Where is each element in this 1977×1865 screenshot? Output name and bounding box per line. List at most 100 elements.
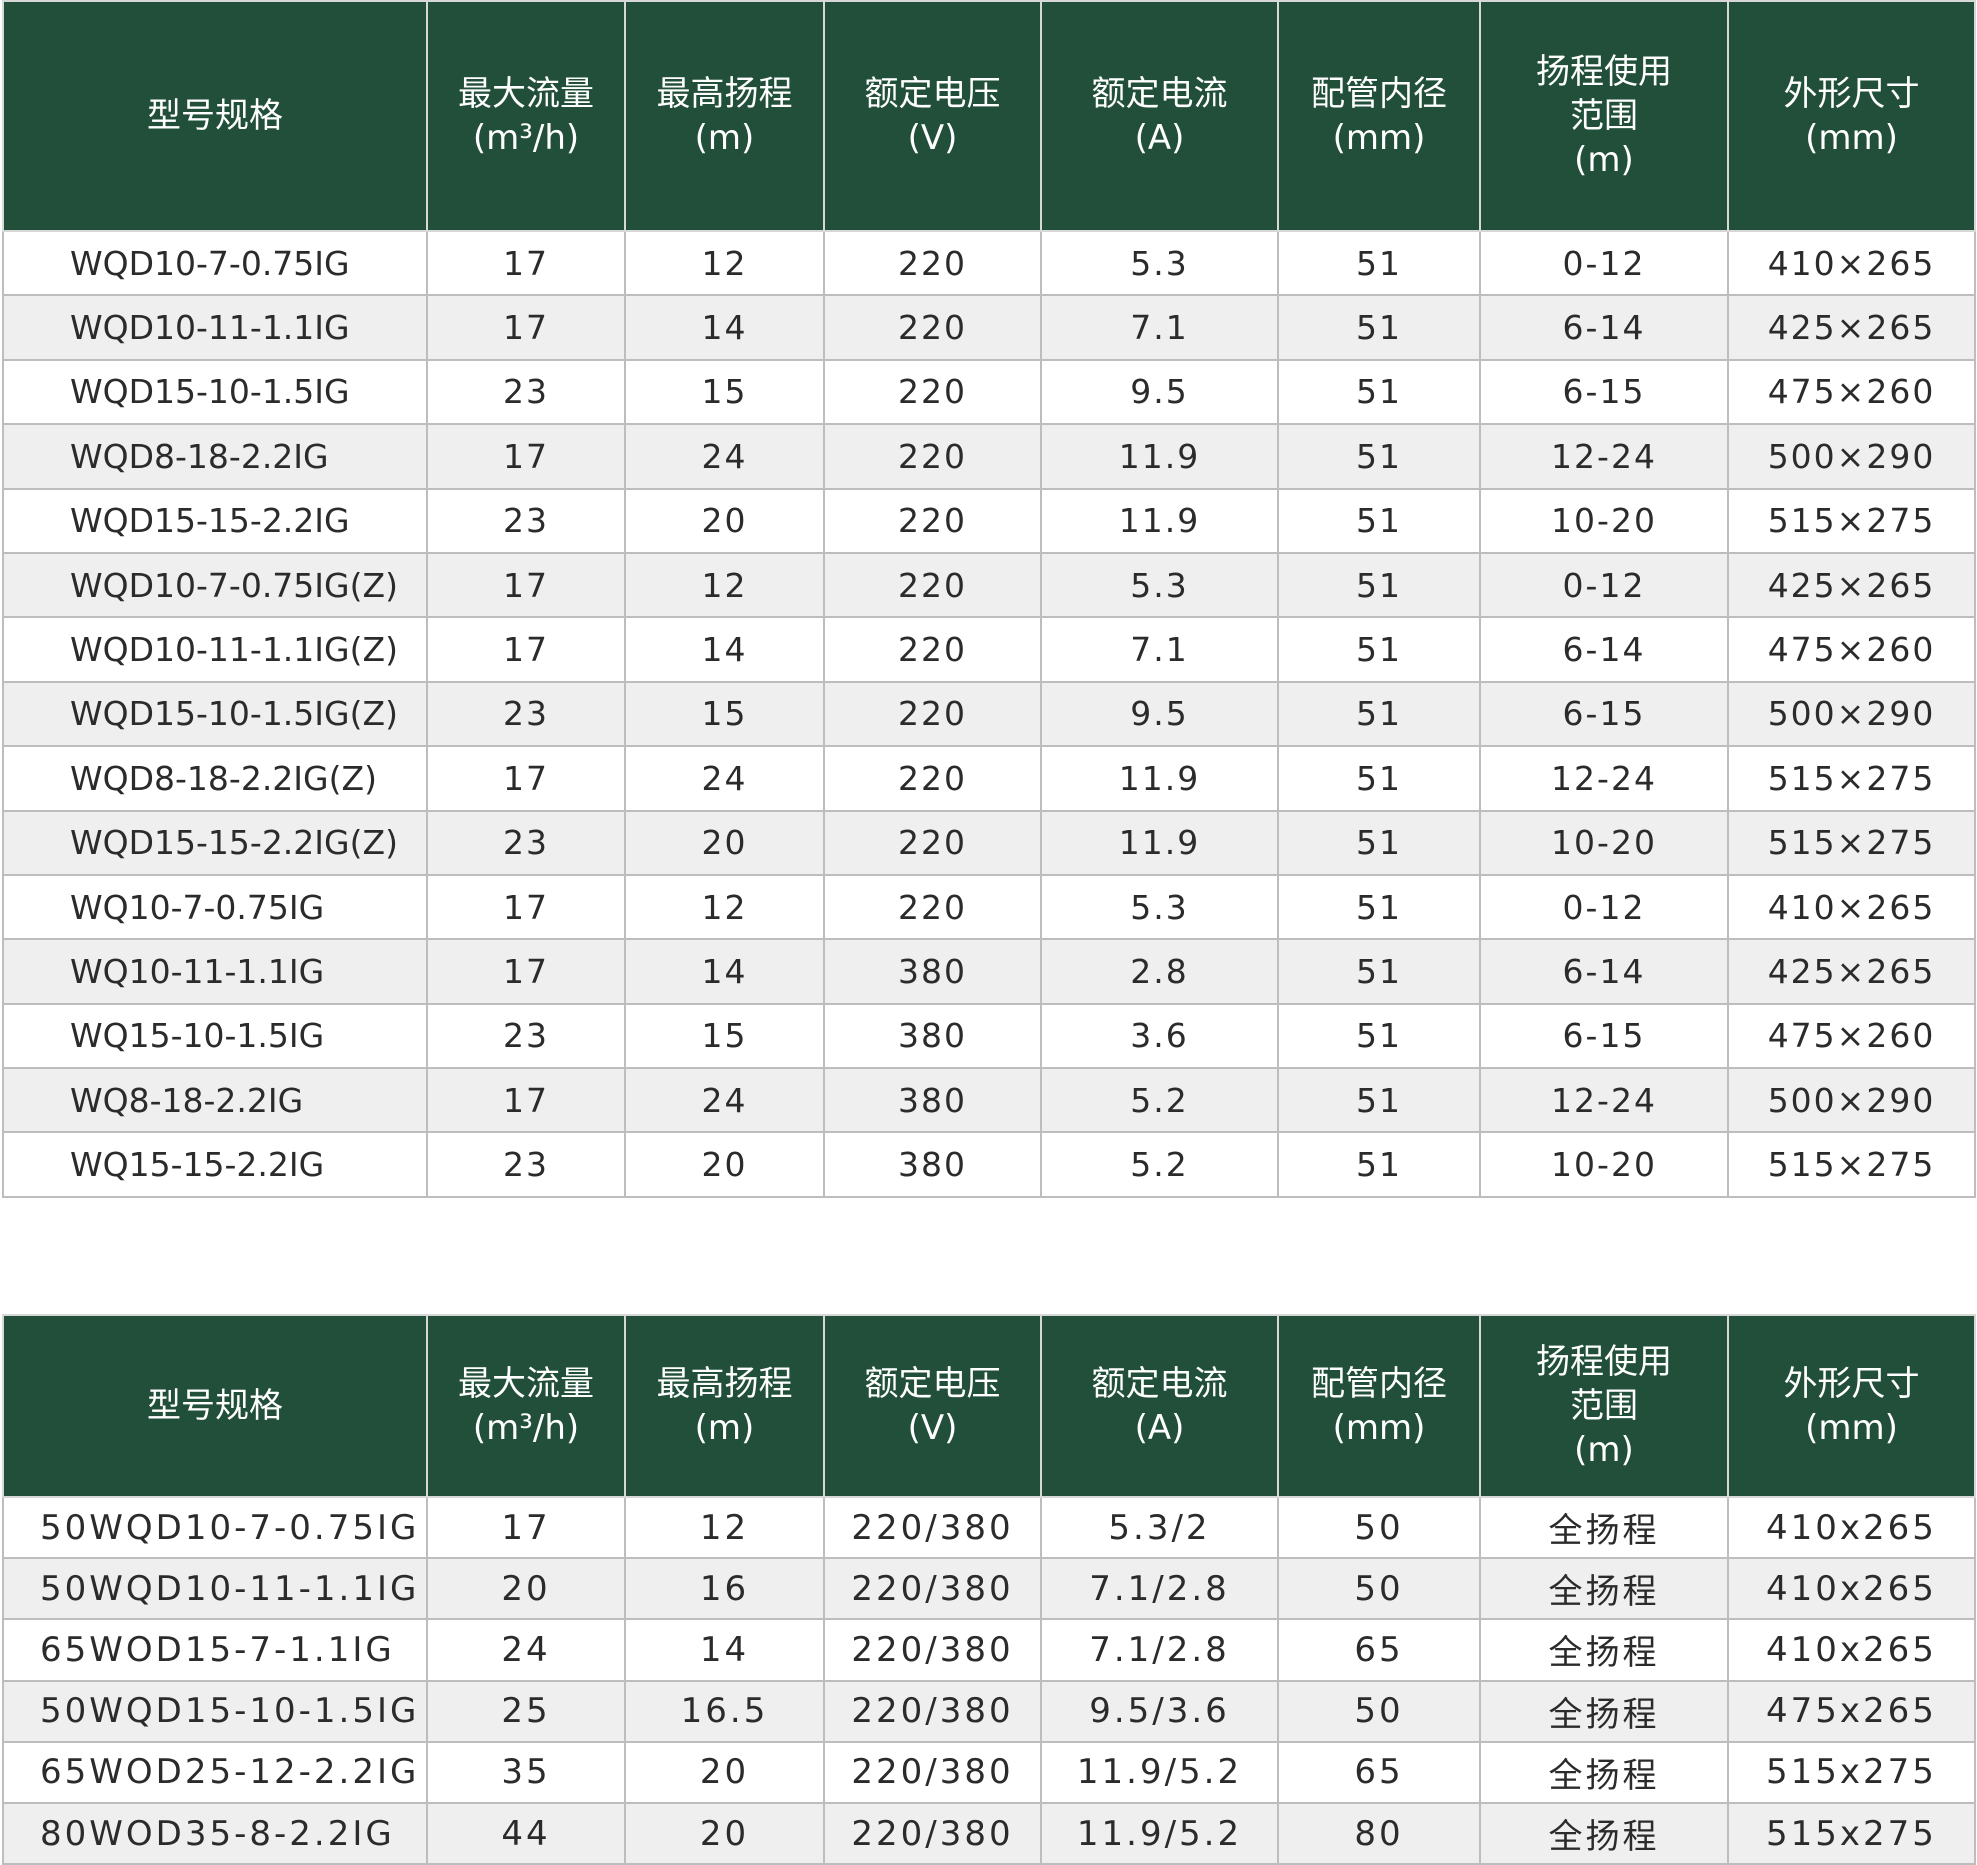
table-row: WQ10-11-1.1IG 17 14 380 2.8 51 6-14 425×265 (2, 938, 1976, 1005)
cell-pipe-diameter: 50 (1277, 1679, 1481, 1743)
cell-max-flow: 17 (426, 294, 626, 361)
cell-max-head: 12 (624, 229, 825, 297)
cell-max-head: 20 (624, 487, 825, 554)
table-row: 65WOD15-7-1.1IG 24 14 220/380 7.1/2.8 65 全扬程 41… (2, 1618, 1976, 1682)
cell-model: WQD10-11-1.1IG(Z) (2, 616, 428, 683)
cell-dimensions: 500×290 (1727, 423, 1976, 490)
cell-rated-voltage: 220 (823, 423, 1042, 490)
header-label-line: 额定电流 (1091, 1364, 1228, 1404)
cell-rated-current: 7.1/2.8 (1040, 1557, 1279, 1621)
cell-dimensions: 410×265 (1727, 229, 1976, 297)
cell-rated-voltage: 220 (823, 487, 1042, 554)
header-rated-current: 额定电流 (A) (1040, 0, 1279, 232)
cell-model: 65WOD25-12-2.2IG (2, 1740, 428, 1804)
cell-rated-voltage: 220/380 (823, 1679, 1042, 1743)
cell-model: WQD15-10-1.5IG (2, 358, 428, 426)
cell-dimensions: 425×265 (1727, 938, 1976, 1005)
cell-dimensions: 515×275 (1727, 745, 1976, 812)
header-head-range: 扬程使用 范围 (m) (1479, 0, 1729, 232)
cell-max-head: 20 (624, 1740, 825, 1804)
cell-pipe-diameter: 51 (1277, 487, 1481, 554)
cell-rated-voltage: 220 (823, 616, 1042, 683)
cell-pipe-diameter: 51 (1277, 358, 1481, 426)
cell-max-flow: 17 (426, 551, 626, 619)
cell-max-head: 14 (624, 294, 825, 361)
cell-rated-current: 11.9 (1040, 423, 1279, 490)
header-label-line: 外形尺寸 (1783, 1364, 1920, 1404)
header-label-line: 最大流量 (458, 74, 594, 114)
cell-head-range: 6-15 (1479, 680, 1729, 748)
cell-rated-current: 11.9/5.2 (1040, 1801, 1279, 1865)
spec-table-2: 型号规格 最大流量 (m³/h) 最高扬程 (m) 额定电压 (V) 额定电流 (A) 配管内径(… (2, 1314, 1976, 1865)
cell-head-range: 全扬程 (1479, 1740, 1729, 1804)
cell-max-head: 15 (624, 358, 825, 426)
cell-rated-voltage: 220/380 (823, 1557, 1042, 1621)
cell-pipe-diameter: 51 (1277, 809, 1481, 876)
header-label-line: 最大流量 (458, 1364, 594, 1404)
cell-rated-voltage: 220/380 (823, 1618, 1042, 1682)
cell-rated-current: 5.3/2 (1040, 1495, 1279, 1560)
cell-rated-current: 2.8 (1040, 938, 1279, 1005)
header-label-line: 最高扬程 (656, 1364, 793, 1404)
cell-max-head: 14 (624, 938, 825, 1005)
cell-pipe-diameter: 51 (1277, 423, 1481, 490)
cell-rated-current: 5.3 (1040, 873, 1279, 941)
table-row: WQ10-7-0.75IG 17 12 220 5.3 51 0-12 410×265 (2, 873, 1976, 941)
cell-rated-current: 5.3 (1040, 229, 1279, 297)
table-row: WQD15-10-1.5IG(Z) 23 15 220 9.5 51 6-15 500×290 (2, 680, 1976, 748)
cell-max-flow: 17 (426, 873, 626, 941)
cell-rated-voltage: 220 (823, 294, 1042, 361)
header-head-range: 扬程使用 范围 (m) (1479, 1314, 1729, 1498)
cell-rated-voltage: 220 (823, 551, 1042, 619)
header-label-line: (m) (1574, 1430, 1634, 1470)
cell-head-range: 0-12 (1479, 873, 1729, 941)
cell-dimensions: 515×275 (1727, 809, 1976, 876)
cell-max-flow: 17 (426, 1067, 626, 1134)
cell-rated-voltage: 220 (823, 873, 1042, 941)
header-model: 型号规格 (2, 0, 428, 232)
header-label-line: (m) (694, 1408, 755, 1448)
cell-pipe-diameter: 50 (1277, 1557, 1481, 1621)
cell-pipe-diameter: 51 (1277, 873, 1481, 941)
cell-max-head: 20 (624, 1801, 825, 1865)
cell-max-head: 24 (624, 423, 825, 490)
header-max-flow: 最大流量 (m³/h) (426, 0, 626, 232)
cell-head-range: 12-24 (1479, 423, 1729, 490)
cell-pipe-diameter: 80 (1277, 1801, 1481, 1865)
header-label-line: 范围 (1570, 1386, 1638, 1426)
cell-dimensions: 515×275 (1727, 1131, 1976, 1198)
table-row: WQ15-15-2.2IG 23 20 380 5.2 51 10-20 515×275 (2, 1131, 1976, 1198)
header-label-line: (A) (1134, 1408, 1185, 1448)
cell-head-range: 0-12 (1479, 229, 1729, 297)
cell-model: WQD15-10-1.5IG(Z) (2, 680, 428, 748)
header-label-line: 扬程使用 (1536, 1342, 1672, 1382)
header-pipe-diameter: 配管内径 (mm) (1277, 0, 1481, 232)
cell-max-head: 12 (624, 873, 825, 941)
cell-model: WQ10-7-0.75IG (2, 873, 428, 941)
cell-pipe-diameter: 65 (1277, 1618, 1481, 1682)
header-label-line: (m³/h) (472, 1408, 580, 1448)
cell-rated-current: 9.5/3.6 (1040, 1679, 1279, 1743)
cell-max-head: 15 (624, 680, 825, 748)
cell-model: WQD10-7-0.75IG (2, 229, 428, 297)
cell-head-range: 6-14 (1479, 294, 1729, 361)
cell-model: WQD8-18-2.2IG(Z) (2, 745, 428, 812)
cell-head-range: 12-24 (1479, 745, 1729, 812)
cell-pipe-diameter: 51 (1277, 551, 1481, 619)
header-label-line: 型号规格 (147, 96, 283, 136)
cell-pipe-diameter: 51 (1277, 294, 1481, 361)
cell-max-head: 14 (624, 616, 825, 683)
cell-model: WQ8-18-2.2IG (2, 1067, 428, 1134)
cell-rated-current: 11.9 (1040, 487, 1279, 554)
cell-dimensions: 475x265 (1727, 1679, 1976, 1743)
cell-rated-current: 9.5 (1040, 680, 1279, 748)
cell-pipe-diameter: 51 (1277, 1131, 1481, 1198)
header-label-line: (V) (907, 118, 958, 158)
cell-model: WQ15-15-2.2IG (2, 1131, 428, 1198)
table-row: WQD10-7-0.75IG 17 12 220 5.3 51 0-12 410×265 (2, 229, 1976, 297)
cell-max-flow: 23 (426, 1131, 626, 1198)
cell-max-head: 16.5 (624, 1679, 825, 1743)
table-row: WQD10-11-1.1IG 17 14 220 7.1 51 6-14 425×265 (2, 294, 1976, 361)
cell-rated-voltage: 220 (823, 745, 1042, 812)
cell-pipe-diameter: 51 (1277, 229, 1481, 297)
